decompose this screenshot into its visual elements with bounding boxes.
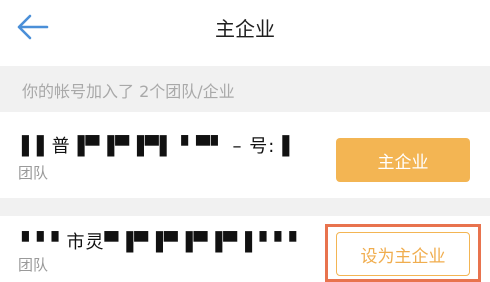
page-title: 主企业 <box>215 17 275 41</box>
org-name: ▘▘▘市灵▀▐▀▐▀▐▀▐▀▐ ▘▘▘ <box>22 232 305 253</box>
primary-org-badge: 主企业 <box>336 138 470 182</box>
set-primary-button[interactable]: 设为主企业 <box>336 232 470 276</box>
notice-text: 你的帐号加入了 2个团队/企业 <box>22 82 235 101</box>
org-row: ▘▘▘市灵▀▐▀▐▀▐▀▐▀▐ ▘▘▘ 团队 设为主企业 <box>0 216 490 282</box>
notice-banner: 你的帐号加入了 2个团队/企业 <box>0 66 490 112</box>
section-divider <box>0 198 490 216</box>
org-type-label: 团队 <box>18 256 49 274</box>
org-name: ▌▌普▐▀▐▀▐▀▌ ▘▀▘ – 号:▐ <box>22 136 291 157</box>
org-row: ▌▌普▐▀▐▀▐▀▌ ▘▀▘ – 号:▐ 团队 主企业 <box>0 112 490 198</box>
org-type-label: 团队 <box>18 164 49 182</box>
header-bar: 主企业 <box>0 0 490 56</box>
